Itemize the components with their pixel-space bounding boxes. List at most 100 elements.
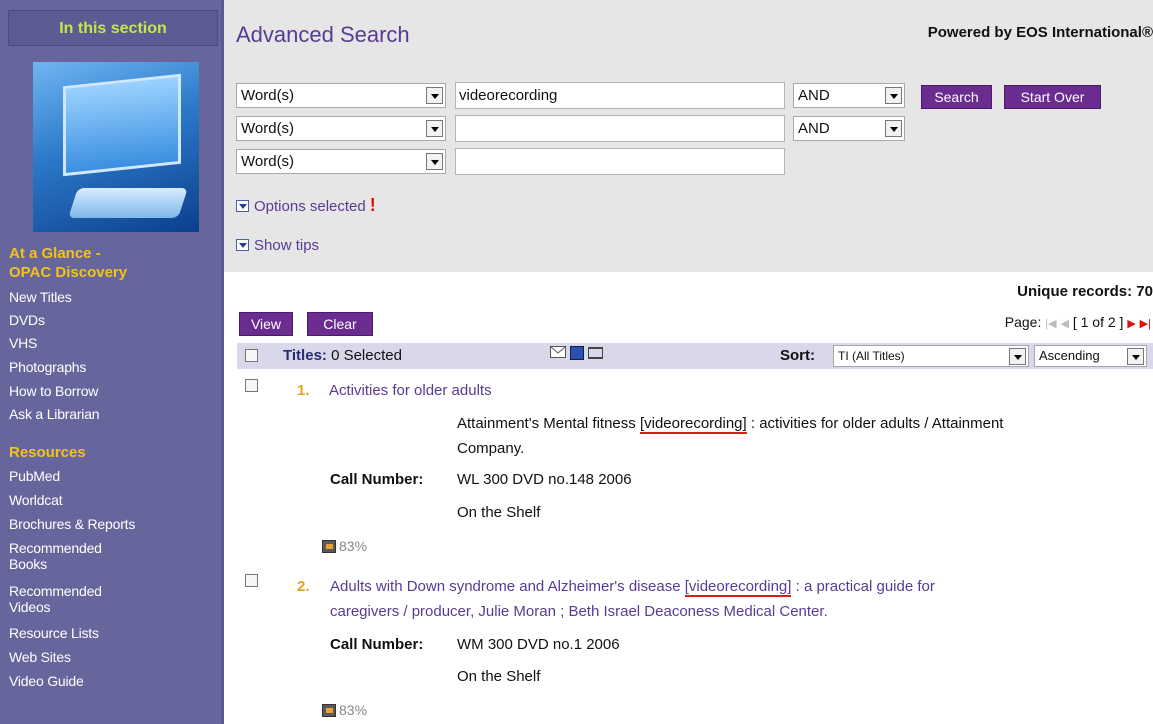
expand-icon bbox=[236, 239, 249, 251]
show-tips-toggle[interactable]: Show tips bbox=[236, 237, 319, 254]
show-tips-label: Show tips bbox=[254, 237, 320, 254]
result-1-desc-text-after: : activities for older adults / Attainme… bbox=[746, 415, 1004, 432]
dropdown-arrow-icon bbox=[426, 153, 443, 170]
first-page-icon[interactable]: |◀ bbox=[1045, 318, 1056, 330]
field-select-2-value: Word(s) bbox=[241, 120, 295, 137]
result-2-title-text: Adults with Down syndrome and Alzheimer'… bbox=[330, 578, 685, 595]
save-icon[interactable] bbox=[570, 346, 584, 360]
sidebar-item-ask-a-librarian[interactable]: Ask a Librarian bbox=[9, 407, 209, 422]
sidebar-item-video-guide[interactable]: Video Guide bbox=[9, 674, 209, 689]
clear-button[interactable]: Clear bbox=[307, 312, 373, 336]
keyboard-shape bbox=[68, 188, 188, 218]
last-page-icon[interactable]: ▶| bbox=[1140, 318, 1151, 330]
sidebar-item-photographs[interactable]: Photographs bbox=[9, 360, 209, 375]
titles-toolbar: Titles: 0 Selected Sort: TI (All Titles)… bbox=[237, 343, 1153, 369]
pager: Page: |◀ ◀ [ 1 of 2 ] ▶ ▶| bbox=[1005, 314, 1151, 330]
result-1-call-number: WL 300 DVD no.148 2006 bbox=[457, 471, 632, 488]
result-2-relevance-value: 83% bbox=[339, 702, 368, 718]
field-select-1-value: Word(s) bbox=[241, 87, 295, 104]
sidebar-item-pubmed[interactable]: PubMed bbox=[9, 469, 209, 484]
result-2-call-number: WM 300 DVD no.1 2006 bbox=[457, 636, 620, 653]
prev-page-icon[interactable]: ◀ bbox=[1060, 318, 1068, 330]
sort-select-value: TI (All Titles) bbox=[838, 349, 905, 363]
sidebar-item-new-titles[interactable]: New Titles bbox=[9, 290, 209, 305]
result-1-desc-text: Attainment's Mental fitness bbox=[457, 415, 640, 432]
sidebar: In this section At a Glance - OPAC Disco… bbox=[0, 0, 224, 724]
sidebar-item-vhs[interactable]: VHS bbox=[9, 336, 209, 351]
sidebar-item-resource-lists[interactable]: Resource Lists bbox=[9, 626, 209, 641]
selected-count: 0 Selected bbox=[331, 347, 402, 364]
section-header: In this section bbox=[8, 10, 218, 46]
result-1-call-label: Call Number: bbox=[330, 471, 424, 488]
result-2-relevance: 83% bbox=[322, 702, 367, 718]
result-2-title-line2[interactable]: caregivers / producer, Julie Moran ; Bet… bbox=[330, 601, 828, 623]
result-2-title-highlight: [videorecording] bbox=[684, 578, 792, 597]
result-2-number: 2. bbox=[297, 578, 310, 595]
sidebar-item-web-sites[interactable]: Web Sites bbox=[9, 650, 209, 665]
result-2-call-label: Call Number: bbox=[330, 636, 424, 653]
search-term-input-3[interactable] bbox=[455, 148, 785, 175]
sidebar-item-dvds[interactable]: DVDs bbox=[9, 313, 209, 328]
dropdown-arrow-icon bbox=[1127, 348, 1144, 365]
operator-select-2[interactable]: AND bbox=[793, 116, 905, 141]
options-selected-label: Options selected bbox=[254, 198, 366, 215]
search-term-input-1[interactable]: videorecording bbox=[455, 82, 785, 109]
page-title: Advanced Search bbox=[236, 22, 410, 47]
field-select-2[interactable]: Word(s) bbox=[236, 116, 446, 141]
powered-by-text: Powered by EOS International® bbox=[927, 24, 1153, 41]
result-1-checkbox[interactable] bbox=[245, 379, 258, 392]
relevance-icon bbox=[322, 540, 336, 553]
dropdown-arrow-icon bbox=[1009, 348, 1026, 365]
operator-select-1[interactable]: AND bbox=[793, 83, 905, 108]
operator-select-2-value: AND bbox=[798, 120, 830, 137]
relevance-icon bbox=[322, 704, 336, 717]
view-button[interactable]: View bbox=[239, 312, 293, 336]
field-select-3-value: Word(s) bbox=[241, 153, 295, 170]
unique-records-count: Unique records: 70 bbox=[1017, 283, 1153, 300]
sort-select[interactable]: TI (All Titles) bbox=[833, 345, 1029, 367]
search-term-input-2[interactable] bbox=[455, 115, 785, 142]
next-page-icon[interactable]: ▶ bbox=[1127, 318, 1135, 330]
sidebar-item-brochures-reports[interactable]: Brochures & Reports bbox=[9, 517, 209, 532]
start-over-button[interactable]: Start Over bbox=[1004, 85, 1101, 109]
print-icon[interactable] bbox=[588, 347, 603, 359]
dropdown-arrow-icon bbox=[426, 87, 443, 104]
result-2-checkbox[interactable] bbox=[245, 574, 258, 587]
result-1-number: 1. bbox=[297, 382, 310, 399]
monitor-shape bbox=[63, 73, 181, 177]
order-select[interactable]: Ascending bbox=[1034, 345, 1147, 367]
group-title-opac-discovery: OPAC Discovery bbox=[9, 264, 128, 281]
result-1-description: Attainment's Mental fitness [videorecord… bbox=[457, 413, 1147, 435]
email-envelope-icon bbox=[551, 347, 565, 354]
dropdown-arrow-icon bbox=[426, 120, 443, 137]
sort-label: Sort: bbox=[780, 347, 815, 364]
page-value: [ 1 of 2 ] bbox=[1072, 314, 1124, 330]
search-panel: Advanced Search Powered by EOS Internati… bbox=[224, 0, 1153, 272]
options-flag: ! bbox=[369, 195, 376, 215]
result-1-status: On the Shelf bbox=[457, 504, 541, 521]
dropdown-arrow-icon bbox=[885, 120, 902, 137]
select-all-checkbox[interactable] bbox=[245, 349, 258, 362]
search-button[interactable]: Search bbox=[921, 85, 992, 109]
page-label: Page: bbox=[1004, 314, 1042, 330]
result-2-status: On the Shelf bbox=[457, 668, 541, 685]
expand-icon bbox=[236, 200, 249, 212]
sidebar-item-worldcat[interactable]: Worldcat bbox=[9, 493, 209, 508]
result-1-relevance: 83% bbox=[322, 538, 367, 554]
sidebar-item-recommended-books-line2[interactable]: Books bbox=[9, 557, 209, 572]
section-header-label: In this section bbox=[59, 20, 167, 37]
email-icon[interactable] bbox=[550, 346, 566, 358]
options-selected-toggle[interactable]: Options selected! bbox=[236, 195, 376, 216]
operator-select-1-value: AND bbox=[798, 87, 830, 104]
order-select-value: Ascending bbox=[1039, 348, 1100, 363]
sidebar-item-recommended-videos-line2[interactable]: Videos bbox=[9, 600, 209, 615]
field-select-1[interactable]: Word(s) bbox=[236, 83, 446, 108]
sidebar-item-how-to-borrow[interactable]: How to Borrow bbox=[9, 384, 209, 399]
result-2-title-link[interactable]: Adults with Down syndrome and Alzheimer'… bbox=[330, 576, 1130, 598]
sidebar-item-recommended-books-line1[interactable]: Recommended bbox=[9, 541, 209, 556]
result-1-title-link[interactable]: Activities for older adults bbox=[329, 380, 492, 402]
field-select-3[interactable]: Word(s) bbox=[236, 149, 446, 174]
result-1-description-line2: Company. bbox=[457, 440, 525, 457]
sidebar-item-recommended-videos-line1[interactable]: Recommended bbox=[9, 584, 209, 599]
result-2-title-text-after: : a practical guide for bbox=[791, 578, 935, 595]
